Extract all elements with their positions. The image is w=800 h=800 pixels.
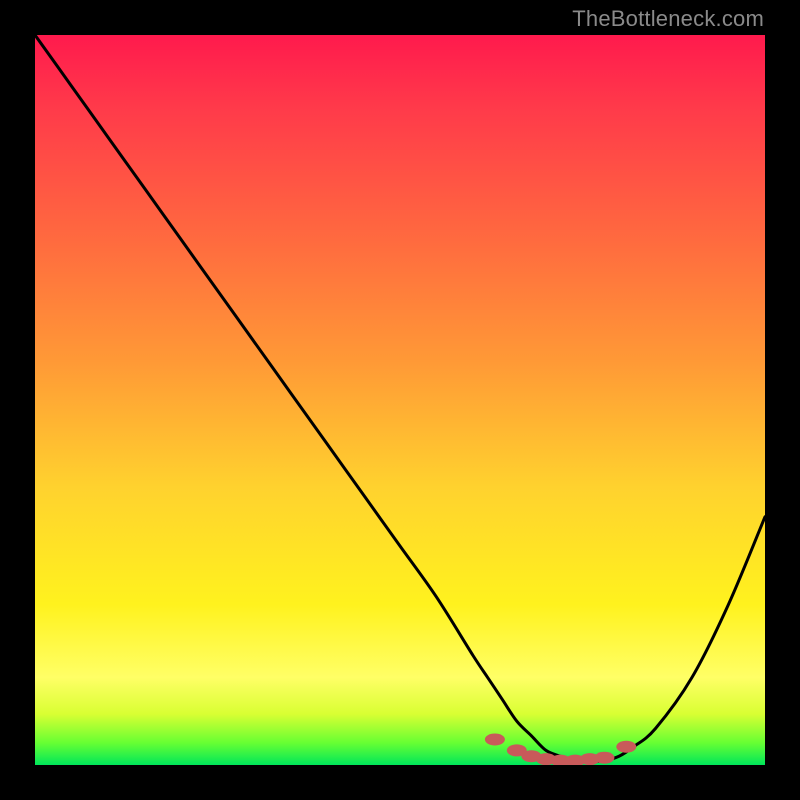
bottleneck-curve-path <box>35 35 765 761</box>
trough-marker <box>616 741 636 753</box>
trough-marker <box>594 752 614 764</box>
plot-area <box>35 35 765 765</box>
chart-frame: TheBottleneck.com <box>0 0 800 800</box>
bottleneck-curve-svg <box>35 35 765 765</box>
trough-marker <box>485 733 505 745</box>
watermark-text: TheBottleneck.com <box>572 6 764 32</box>
trough-markers <box>485 733 636 765</box>
